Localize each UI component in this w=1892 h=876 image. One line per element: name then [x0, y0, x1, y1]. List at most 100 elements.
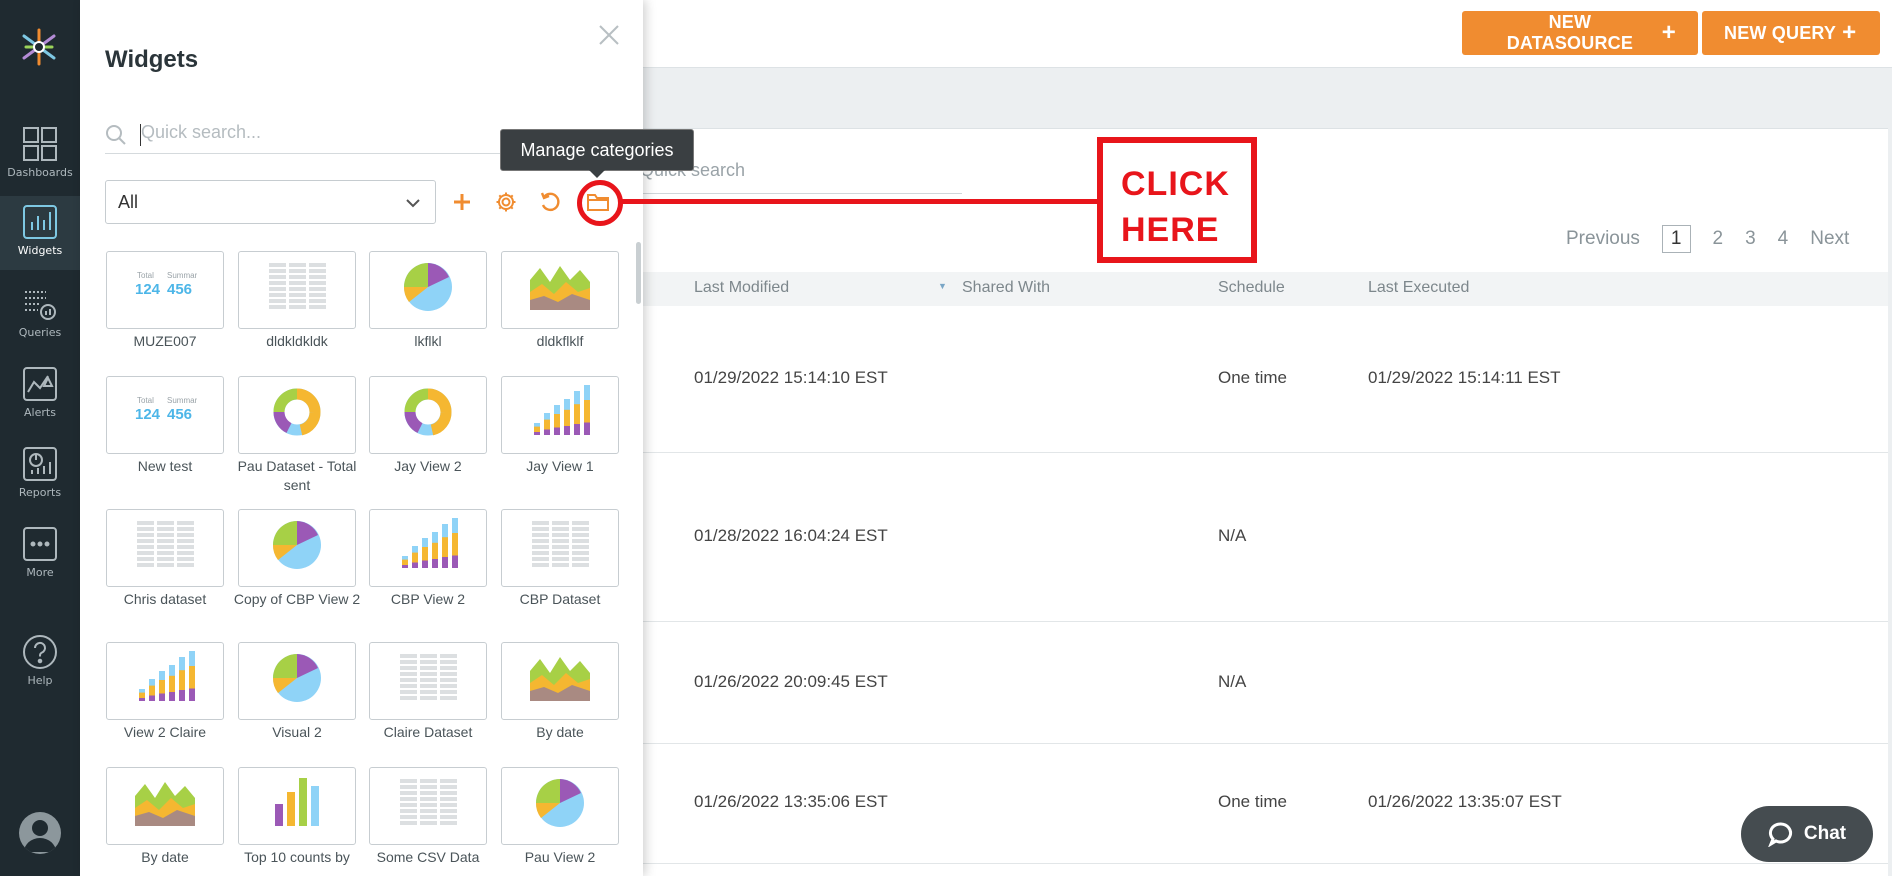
- svg-text:Total: Total: [137, 271, 154, 280]
- alerts-icon: [23, 367, 57, 401]
- refresh-button[interactable]: [536, 188, 564, 216]
- pager-next[interactable]: Next: [1810, 228, 1849, 250]
- widget-card[interactable]: [501, 509, 619, 587]
- widget-card-label: Pau Dataset - Total sent: [237, 458, 357, 493]
- widget-card-label: Visual 2: [272, 724, 322, 740]
- new-query-button[interactable]: NEW QUERY +: [1702, 11, 1880, 55]
- chat-button[interactable]: Chat: [1741, 806, 1873, 862]
- dashboards-icon: [23, 127, 57, 161]
- column-last-modified[interactable]: Last Modified: [694, 279, 789, 297]
- area-chart-icon: [530, 266, 590, 310]
- table-header: Last Modified ▼ Shared With Schedule Las…: [620, 272, 1888, 306]
- widget-card[interactable]: Total 124 Summary 456: [106, 251, 224, 329]
- table-chart-icon: [400, 654, 457, 700]
- left-nav: Dashboards Widgets Queries Alerts Report…: [0, 0, 80, 876]
- pager-page-2[interactable]: 2: [1713, 228, 1724, 250]
- widget-card[interactable]: [238, 509, 356, 587]
- widget-card-label: lkflkl: [414, 333, 442, 349]
- column-schedule[interactable]: Schedule: [1218, 279, 1285, 297]
- flyout-title: Widgets: [105, 46, 199, 73]
- pager-page-4[interactable]: 4: [1778, 228, 1789, 250]
- settings-button[interactable]: [492, 188, 520, 216]
- new-datasource-button[interactable]: NEW DATASOURCE +: [1462, 11, 1698, 55]
- cell-last-executed: 01/29/2022 15:14:11 EST: [1368, 368, 1561, 387]
- cell-schedule: One time: [1218, 368, 1287, 387]
- new-query-label: NEW QUERY: [1724, 22, 1837, 43]
- widget-card[interactable]: [369, 509, 487, 587]
- table-row[interactable]: 01/29/2022 15:14:10 EST One time 01/29/2…: [620, 306, 1888, 453]
- nav-alerts[interactable]: Alerts: [0, 358, 80, 432]
- widget-card-label: Jay View 1: [526, 458, 594, 474]
- widget-card[interactable]: [369, 251, 487, 329]
- widget-card[interactable]: [501, 251, 619, 329]
- svg-text:Summary: Summary: [167, 396, 197, 405]
- nav-help[interactable]: Help: [0, 626, 80, 700]
- widget-card-label: Jay View 2: [394, 458, 462, 474]
- widget-card[interactable]: [238, 251, 356, 329]
- widget-card[interactable]: [369, 376, 487, 454]
- nav-label: Reports: [18, 486, 62, 499]
- summary-chart-icon: Total 124 Summary 456: [135, 271, 197, 298]
- svg-text:456: 456: [167, 406, 192, 423]
- new-datasource-label: NEW DATASOURCE: [1506, 12, 1634, 53]
- column-shared-with[interactable]: Shared With: [962, 279, 1050, 297]
- widget-card[interactable]: [106, 509, 224, 587]
- annotation-line2: HERE: [1121, 211, 1220, 249]
- pager-previous[interactable]: Previous: [1566, 228, 1640, 250]
- cell-schedule: N/A: [1218, 526, 1247, 545]
- pie-chart-icon: [272, 521, 321, 569]
- nav-more[interactable]: More: [0, 518, 80, 592]
- table-chart-icon: [137, 521, 194, 567]
- widget-card[interactable]: [238, 642, 356, 720]
- pie-chart-icon: [403, 263, 452, 311]
- table-row[interactable]: 01/26/2022 13:35:06 EST One time 01/26/2…: [620, 744, 1888, 864]
- table-row[interactable]: 01/28/2022 16:04:24 EST N/A: [620, 453, 1888, 622]
- flyout-scrollbar[interactable]: [636, 242, 641, 304]
- cell-last-modified: 01/28/2022 16:04:24 EST: [694, 526, 888, 545]
- table-chart-icon: [400, 779, 457, 825]
- nav-reports[interactable]: Reports: [0, 438, 80, 512]
- plus-icon: +: [1842, 19, 1857, 46]
- cell-schedule: One time: [1218, 792, 1287, 811]
- svg-text:Total: Total: [137, 396, 154, 405]
- widget-card[interactable]: [106, 642, 224, 720]
- area-chart-icon: [135, 782, 195, 826]
- svg-text:124: 124: [135, 406, 161, 423]
- table-chart-icon: [269, 263, 326, 309]
- table-row[interactable]: 01/26/2022 20:09:45 EST N/A: [620, 622, 1888, 744]
- nav-widgets[interactable]: Widgets: [0, 196, 80, 270]
- close-icon[interactable]: [598, 24, 620, 46]
- user-avatar[interactable]: [19, 812, 61, 854]
- pager-page-3[interactable]: 3: [1745, 228, 1756, 250]
- chat-label: Chat: [1803, 823, 1847, 844]
- widgets-icon: [23, 205, 57, 239]
- manage-categories-tooltip: Manage categories: [500, 129, 694, 178]
- widget-card-label: By date: [141, 849, 189, 865]
- widget-card[interactable]: [238, 376, 356, 454]
- widget-card-label: CBP View 2: [390, 591, 466, 607]
- widget-card[interactable]: [238, 767, 356, 845]
- queries-icon: [25, 291, 56, 320]
- widget-card[interactable]: [369, 767, 487, 845]
- widget-card[interactable]: Total 124 Summary 456: [106, 376, 224, 454]
- column-last-executed[interactable]: Last Executed: [1368, 279, 1469, 297]
- widget-card[interactable]: [501, 376, 619, 454]
- widget-card[interactable]: [106, 767, 224, 845]
- svg-text:124: 124: [135, 281, 161, 298]
- category-select[interactable]: All: [105, 180, 436, 224]
- widget-card-label: New test: [137, 458, 193, 474]
- nav-label: Widgets: [17, 244, 63, 257]
- pager-page-1[interactable]: 1: [1661, 225, 1691, 253]
- stacked-bar-chart-icon: [534, 385, 590, 435]
- sort-desc-icon[interactable]: ▼: [938, 281, 947, 291]
- widget-card-label: By date: [536, 724, 584, 740]
- bar-chart-icon: [275, 778, 319, 826]
- widget-card[interactable]: [369, 642, 487, 720]
- help-icon: [23, 635, 57, 669]
- widget-card[interactable]: [501, 642, 619, 720]
- widget-card[interactable]: [501, 767, 619, 845]
- nav-queries[interactable]: Queries: [0, 278, 80, 352]
- nav-dashboards[interactable]: Dashboards: [0, 118, 80, 192]
- add-widget-button[interactable]: [448, 188, 476, 216]
- app-logo-icon[interactable]: [20, 26, 58, 68]
